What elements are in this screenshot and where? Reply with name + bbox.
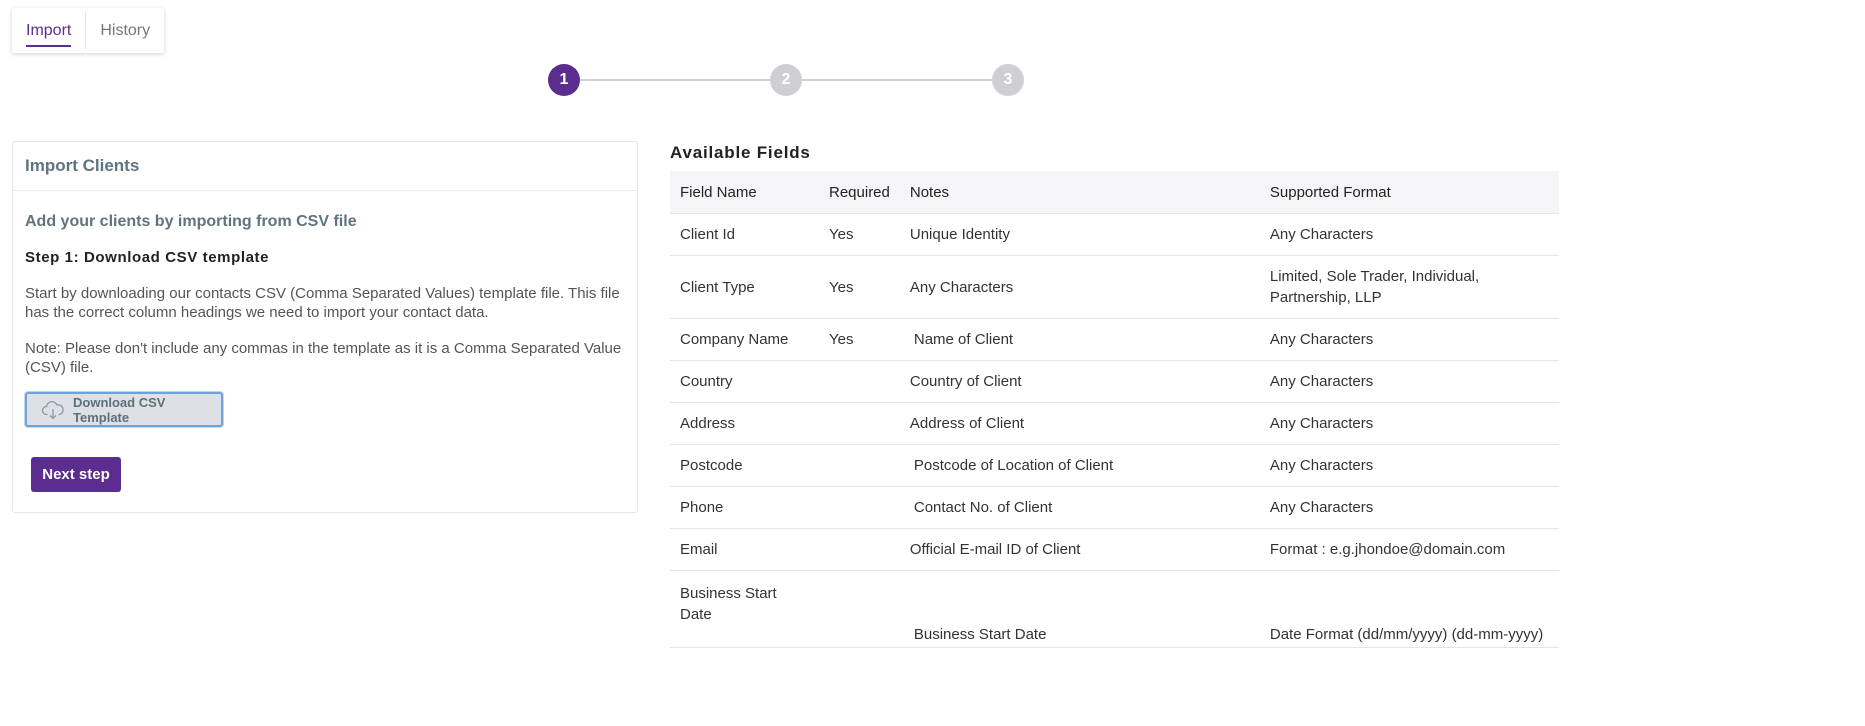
- tab-bar: Import History: [12, 8, 165, 53]
- table-row: Postcode Postcode of Location of Client …: [670, 444, 1559, 487]
- column-header: Field Name: [670, 171, 819, 214]
- format-cell: Any Characters: [1259, 213, 1559, 256]
- field-name-cell: Email: [670, 528, 819, 571]
- table-row: Company Name Yes Name of Client Any Char…: [670, 318, 1559, 361]
- required-cell: [819, 444, 900, 487]
- cloud-download-icon: [41, 400, 65, 420]
- step-title: Step 1: Download CSV template: [25, 249, 270, 266]
- field-name-cell: Client Id: [670, 213, 819, 256]
- table-row: Client Type Yes Any Characters Limited, …: [670, 255, 1559, 319]
- card-title: Import Clients: [13, 142, 637, 191]
- required-cell: Yes: [819, 318, 900, 361]
- format-cell: Format : e.g.jhondoe@domain.com: [1259, 528, 1559, 571]
- table-row: Email Official E-mail ID of Client Forma…: [670, 528, 1559, 571]
- required-cell: [819, 402, 900, 445]
- table-header-row: Field Name Required Notes Supported Form…: [670, 171, 1559, 214]
- field-name-cell: Client Type: [670, 255, 819, 319]
- table-row: Business Start Date Business Start Date …: [670, 570, 1559, 648]
- format-cell: Any Characters: [1259, 402, 1559, 445]
- next-step-button[interactable]: Next step: [31, 457, 121, 492]
- format-cell: Limited, Sole Trader, Individual, Partne…: [1259, 255, 1559, 319]
- step-connector: [580, 79, 770, 81]
- table-row: Country Country of Client Any Characters: [670, 360, 1559, 403]
- column-header: Required: [819, 171, 900, 214]
- step-connector: [802, 79, 992, 81]
- note-text: Note: Please don't include any commas in…: [25, 340, 622, 376]
- step-2: 2: [770, 64, 802, 96]
- notes-cell: Business Start Date: [899, 570, 1260, 648]
- field-name-cell: Address: [670, 402, 819, 445]
- notes-cell: Official E-mail ID of Client: [899, 528, 1260, 571]
- notes-cell: Country of Client: [899, 360, 1260, 403]
- required-cell: [819, 360, 900, 403]
- tab-import[interactable]: Import: [12, 8, 85, 53]
- required-cell: Yes: [819, 255, 900, 319]
- format-cell: Any Characters: [1259, 486, 1559, 529]
- table-row: Phone Contact No. of Client Any Characte…: [670, 486, 1559, 529]
- required-cell: Yes: [819, 213, 900, 256]
- format-cell: Any Characters: [1259, 444, 1559, 487]
- field-name-cell: Business Start Date: [670, 570, 819, 648]
- notes-cell: Address of Client: [899, 402, 1260, 445]
- required-cell: [819, 486, 900, 529]
- table-row: Address Address of Client Any Characters: [670, 402, 1559, 445]
- format-cell: Any Characters: [1259, 318, 1559, 361]
- column-header: Supported Format: [1259, 171, 1559, 214]
- table-row: Client Id Yes Unique Identity Any Charac…: [670, 213, 1559, 256]
- required-cell: [819, 570, 900, 648]
- available-fields-table: Field Name Required Notes Supported Form…: [670, 171, 1559, 648]
- notes-cell: Unique Identity: [899, 213, 1260, 256]
- field-name-cell: Country: [670, 360, 819, 403]
- download-button-label: Download CSV Template: [73, 394, 166, 425]
- step-3: 3: [992, 64, 1024, 96]
- progress-stepper: 1 2 3: [548, 64, 1024, 96]
- step-1: 1: [548, 64, 580, 96]
- card-subtitle: Add your clients by importing from CSV f…: [25, 213, 357, 230]
- format-cell: Date Format (dd/mm/yyyy) (dd-mm-yyyy): [1259, 570, 1559, 648]
- import-clients-card: Import Clients Add your clients by impor…: [12, 141, 638, 513]
- notes-cell: Name of Client: [899, 318, 1260, 361]
- field-name-cell: Postcode: [670, 444, 819, 487]
- field-name-cell: Phone: [670, 486, 819, 529]
- notes-cell: Contact No. of Client: [899, 486, 1260, 529]
- field-name-cell: Company Name: [670, 318, 819, 361]
- available-fields-title: Available Fields: [670, 143, 811, 162]
- required-cell: [819, 528, 900, 571]
- notes-cell: Any Characters: [899, 255, 1260, 319]
- tab-history[interactable]: History: [86, 8, 164, 53]
- format-cell: Any Characters: [1259, 360, 1559, 403]
- notes-cell: Postcode of Location of Client: [899, 444, 1260, 487]
- column-header: Notes: [899, 171, 1260, 214]
- instructions-text: Start by downloading our contacts CSV (C…: [25, 285, 620, 321]
- download-csv-template-button[interactable]: Download CSV Template: [25, 392, 223, 427]
